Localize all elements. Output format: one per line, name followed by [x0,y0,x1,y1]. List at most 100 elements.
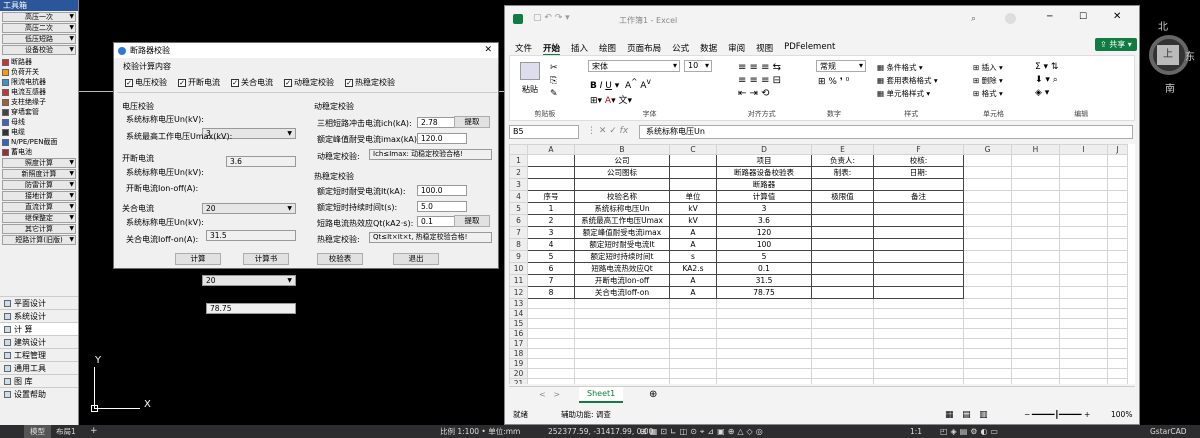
annotation-scale[interactable]: 1:1 [910,425,922,438]
checkbox[interactable]: ✓ [231,78,239,87]
cell[interactable] [963,308,1012,319]
cell[interactable]: 系统标称电压Un [574,202,670,215]
nav-button-4[interactable]: 工程管理 [0,348,78,361]
cell[interactable] [669,166,717,179]
cell[interactable] [963,286,1012,299]
cell[interactable]: 6 [527,262,575,275]
cell[interactable] [963,318,1012,329]
cell[interactable] [963,378,1012,384]
cell-list[interactable]: ⊞ 插入 ▾ ⊞ 删除 ▾ ⊞ 格式 ▾ [973,61,1003,100]
cell[interactable] [1059,262,1108,275]
nav-button-6[interactable]: 图 库 [0,374,78,387]
cell[interactable] [716,298,812,309]
cell[interactable] [1059,178,1108,191]
toolbox-calc-2[interactable]: 防雷计算 ▼ [2,180,76,190]
nav-button-3[interactable]: 建筑设计 [0,335,78,348]
cell[interactable]: KA2.s [669,262,717,275]
cell[interactable] [963,250,1012,263]
cell-item-2[interactable]: ⊞ 格式 ▾ [973,87,1003,100]
cell[interactable] [716,338,812,349]
ion-field[interactable]: 78.75 [206,303,296,314]
cell[interactable] [1059,318,1108,329]
cell[interactable] [873,238,964,251]
cell[interactable] [811,214,874,227]
check-option-2[interactable]: ✓ 关合电流 [231,77,273,88]
cell[interactable] [716,378,812,384]
spreadsheet-grid[interactable]: A B C D E F G H I J 1 公司 项目 负责人: 校核: 2 公司图标 断路器设备校验表 制表: 日期… [509,144,1135,384]
cell[interactable] [1107,308,1128,319]
row-header[interactable]: 11 [509,274,528,287]
toolbox-item-9[interactable]: 蓄电池 [0,147,78,157]
row-header[interactable]: 8 [509,238,528,251]
row-header[interactable]: 9 [509,250,528,263]
cell[interactable] [1059,238,1108,251]
minimize-button[interactable]: ─ [1047,12,1052,22]
cell[interactable]: 关合电流Ioff-on [574,286,670,299]
cell[interactable]: 3.6 [716,214,812,227]
cell[interactable] [1059,358,1108,369]
cell[interactable]: 日期: [873,166,964,179]
zoom-slider[interactable]: ─ ━━━━━┃━━━━━ + [1025,407,1090,423]
close-un-select[interactable]: 20 ▼ [202,275,296,286]
cell[interactable]: 极限值 [811,190,874,203]
cell[interactable] [1059,190,1108,203]
row-header[interactable]: 20 [509,368,528,379]
toolbox-category-0[interactable]: 高压一次 ▼ [2,12,76,22]
cell[interactable] [873,274,964,287]
cell[interactable] [811,262,874,275]
ioff-field[interactable]: 31.5 [206,230,296,241]
cell[interactable] [1059,378,1108,384]
toolbox-calc-4[interactable]: 直流计算 ▼ [2,202,76,212]
cell[interactable] [574,308,670,319]
font-color-icons[interactable]: ⊞▾ A▾ 文▾ [590,93,632,106]
cell[interactable] [527,328,575,339]
toolbox-category-3[interactable]: 设备校验 ▼ [2,45,76,55]
cell[interactable] [1059,250,1108,263]
name-box[interactable]: B5 [509,125,579,139]
checkbox[interactable]: ✓ [284,78,292,87]
cell[interactable] [811,338,874,349]
cell[interactable] [1059,308,1108,319]
cell[interactable] [1059,338,1108,349]
cell[interactable] [963,226,1012,239]
cell[interactable] [1107,250,1128,263]
cell[interactable] [811,328,874,339]
toolbox-item-5[interactable]: 穿墙套管 [0,107,78,117]
cell[interactable] [873,214,964,227]
checkbox[interactable]: ✓ [345,78,353,87]
cell[interactable] [669,308,717,319]
cell[interactable] [873,368,964,379]
cell[interactable]: 公司 [574,154,670,167]
cell[interactable] [1059,226,1108,239]
cell[interactable] [574,358,670,369]
editing-icons[interactable]: Σ ▾ ⇅ ⬇ ▾ ⌕ ◈ ▾ [1035,61,1058,100]
cell[interactable] [1011,178,1060,191]
cell[interactable]: 额定短时持续时间t [574,250,670,263]
sheet-nav-icons[interactable]: < > [539,390,560,399]
cell[interactable] [963,368,1012,379]
cell[interactable] [1059,298,1108,309]
nav-button-1[interactable]: 系统设计 [0,309,78,322]
toolbox-category-1[interactable]: 高压二次 ▼ [2,23,76,33]
cell[interactable] [873,178,964,191]
cell[interactable] [574,178,670,191]
column-header[interactable]: J [1107,144,1128,155]
cell[interactable] [811,202,874,215]
cell[interactable] [527,358,575,369]
column-header[interactable]: E [811,144,874,155]
toolbox-item-1[interactable]: 负荷开关 [0,67,78,77]
cell[interactable]: 5 [527,250,575,263]
cell[interactable] [1107,378,1128,384]
cell[interactable] [811,238,874,251]
column-header[interactable]: C [669,144,717,155]
cell[interactable]: 序号 [527,190,575,203]
cell[interactable]: 2 [527,214,575,227]
cell[interactable] [1107,358,1128,369]
cell[interactable] [574,368,670,379]
search-icon[interactable]: ⌕ [971,14,976,24]
cell[interactable] [963,202,1012,215]
imax-input[interactable]: 120.0 [417,133,467,144]
cell[interactable] [1011,348,1060,359]
row-header[interactable]: 1 [509,154,528,167]
cell[interactable] [1059,348,1108,359]
